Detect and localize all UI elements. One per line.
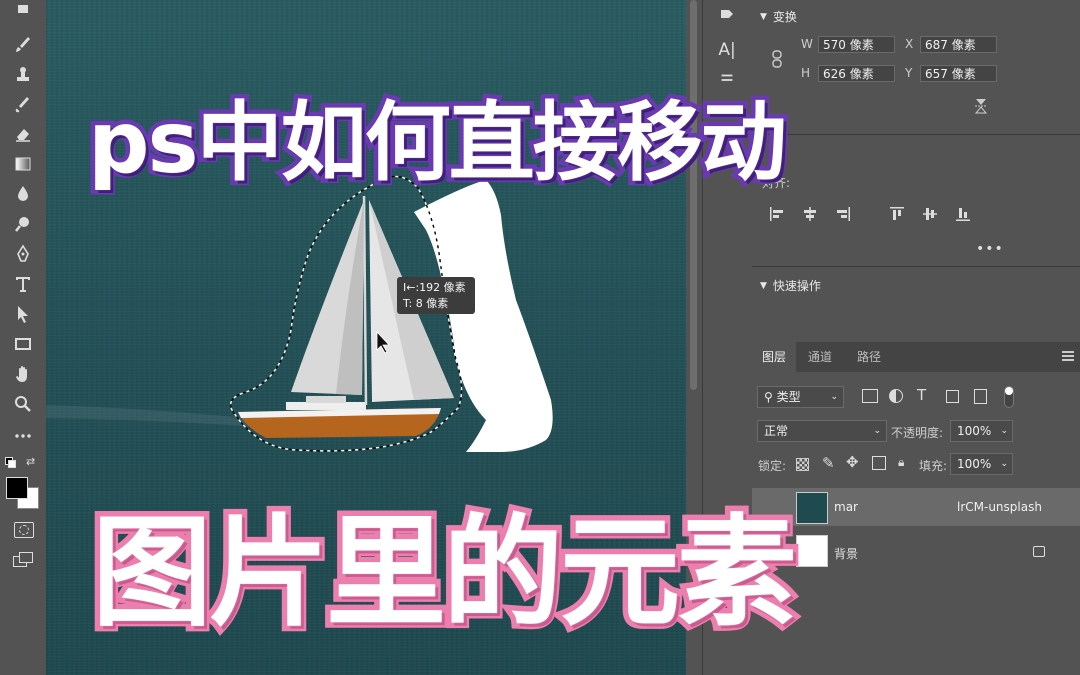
divider xyxy=(752,134,1080,135)
lock-label: 锁定: xyxy=(758,459,787,473)
search-icon: ⚲ xyxy=(764,390,773,404)
chevron-down-icon: ▼ xyxy=(760,280,767,291)
x-position-field[interactable]: 687 像素 xyxy=(920,36,997,53)
transform-section-header[interactable]: ▼ 变换 xyxy=(760,8,797,25)
opacity-value: 100% xyxy=(957,424,992,438)
dy-icon: T: xyxy=(403,297,416,310)
fill-label: 填充: xyxy=(919,459,948,473)
blend-mode-dropdown[interactable]: 正常 ⌄ xyxy=(757,420,887,442)
more-tools-icon[interactable] xyxy=(10,424,36,448)
screen-mode-icon[interactable] xyxy=(13,552,33,567)
align-left-edges-icon[interactable] xyxy=(768,205,786,223)
tab-layers[interactable]: 图层 xyxy=(752,342,797,372)
layer-row-background[interactable]: 背景 xyxy=(752,531,1080,569)
width-field[interactable]: 570 像素 xyxy=(818,36,895,53)
dodge-icon[interactable] xyxy=(10,212,36,236)
opacity-field[interactable]: 100% ⌄ xyxy=(950,420,1013,442)
hand-icon[interactable] xyxy=(10,362,36,386)
height-label: H xyxy=(801,66,811,80)
layer-name-end: lrCM-unsplash xyxy=(957,500,1042,514)
chevron-down-icon: ⌄ xyxy=(873,426,881,436)
properties-panel: ▼ 变换 W 570 像素 X 687 像素 H 626 像素 Y 657 像素… xyxy=(752,0,1080,675)
history-brush-icon[interactable] xyxy=(10,92,36,116)
divider xyxy=(752,266,1080,267)
tools-panel: ⇄ xyxy=(0,0,46,675)
lock-all-icon[interactable]: 🔒︎ xyxy=(898,455,904,470)
align-horizontal-centers-icon[interactable] xyxy=(801,205,819,223)
align-bottom-edges-icon[interactable] xyxy=(954,205,972,223)
chevron-down-icon: ▼ xyxy=(760,11,767,22)
y-position-field[interactable]: 657 像素 xyxy=(920,65,997,82)
dx-icon: I←: xyxy=(403,281,420,294)
filter-adjustment-icon[interactable] xyxy=(889,389,903,403)
tab-paths[interactable]: 路径 xyxy=(847,342,891,372)
height-field[interactable]: 626 像素 xyxy=(818,65,895,82)
quick-actions-title: 快速操作 xyxy=(772,279,821,293)
panel-menu-icon[interactable] xyxy=(1062,351,1074,361)
transform-title: 变换 xyxy=(772,10,797,24)
more-options-icon[interactable]: ••• xyxy=(976,241,1004,257)
eraser-top-icon[interactable] xyxy=(10,0,36,24)
measure-dy: 8 像素 xyxy=(415,297,449,310)
align-top-edges-icon[interactable] xyxy=(888,205,906,223)
overlay-title-top: ps中如何直接移动 xyxy=(84,89,792,198)
overlay-title-bottom: 图片里的元素 xyxy=(87,499,803,649)
align-vertical-centers-icon[interactable] xyxy=(921,205,939,223)
blend-mode-value: 正常 xyxy=(764,424,789,438)
layer-filter-dropdown[interactable]: ⚲ 类型 ⌄ xyxy=(757,386,844,408)
properties-panel-icon[interactable] xyxy=(713,0,741,28)
zoom-icon[interactable] xyxy=(10,392,36,416)
brush-icon[interactable] xyxy=(10,32,36,56)
y-label: Y xyxy=(905,66,913,80)
fill-field[interactable]: 100% ⌄ xyxy=(950,453,1013,475)
blur-icon[interactable] xyxy=(10,182,36,206)
move-measurement-tooltip: I←:192 像素 T: 8 像素 xyxy=(397,277,475,314)
type-icon[interactable] xyxy=(10,272,36,296)
layer-thumbnail xyxy=(796,492,828,524)
lock-position-icon[interactable]: ✥ xyxy=(846,453,859,471)
filter-shape-icon[interactable] xyxy=(946,390,959,403)
swap-colors-icon[interactable]: ⇄ xyxy=(26,455,35,468)
layers-panel-tabs: 图层 通道 路径 xyxy=(752,342,1080,372)
layer-filter-value: 类型 xyxy=(776,390,801,404)
path-select-icon[interactable] xyxy=(10,302,36,326)
filter-toggle-switch[interactable] xyxy=(1004,386,1014,408)
chevron-down-icon: ⌄ xyxy=(1000,426,1008,436)
tab-channels[interactable]: 通道 xyxy=(798,342,842,372)
measure-dx: 192 像素 xyxy=(419,281,466,294)
filter-pixel-icon[interactable] xyxy=(862,389,878,403)
x-label: X xyxy=(905,37,914,51)
flip-vertical-icon[interactable] xyxy=(974,97,988,115)
default-colors-icon[interactable] xyxy=(5,457,16,468)
character-panel-icon[interactable]: A| xyxy=(713,36,741,64)
align-right-edges-icon[interactable] xyxy=(834,205,852,223)
gradient-icon[interactable] xyxy=(10,152,36,176)
width-label: W xyxy=(801,37,813,51)
lock-transparent-icon[interactable] xyxy=(796,458,809,471)
eraser-icon[interactable] xyxy=(10,122,36,146)
quick-mask-icon[interactable] xyxy=(14,522,34,538)
chevron-down-icon: ⌄ xyxy=(830,392,838,402)
lock-artboard-icon[interactable] xyxy=(872,456,886,470)
lock-icon xyxy=(1033,546,1045,557)
layer-name-start: mar xyxy=(834,500,858,514)
filter-smart-object-icon[interactable] xyxy=(974,389,987,404)
opacity-label: 不透明度: xyxy=(891,426,944,440)
stamp-icon[interactable] xyxy=(10,62,36,86)
pen-icon[interactable] xyxy=(10,242,36,266)
layer-name: 背景 xyxy=(834,547,859,561)
chevron-down-icon: ⌄ xyxy=(1000,459,1008,469)
layer-thumbnail xyxy=(796,535,828,567)
layer-row-photo[interactable]: mar lrCM-unsplash xyxy=(752,488,1080,526)
lock-image-icon[interactable]: ✎ xyxy=(822,454,835,472)
filter-type-icon[interactable]: T xyxy=(917,386,926,404)
link-icon[interactable] xyxy=(772,50,782,68)
fill-value: 100% xyxy=(957,457,992,471)
rectangle-icon[interactable] xyxy=(10,332,36,356)
quick-actions-section-header[interactable]: ▼ 快速操作 xyxy=(760,277,821,294)
foreground-color-swatch[interactable] xyxy=(6,477,28,499)
